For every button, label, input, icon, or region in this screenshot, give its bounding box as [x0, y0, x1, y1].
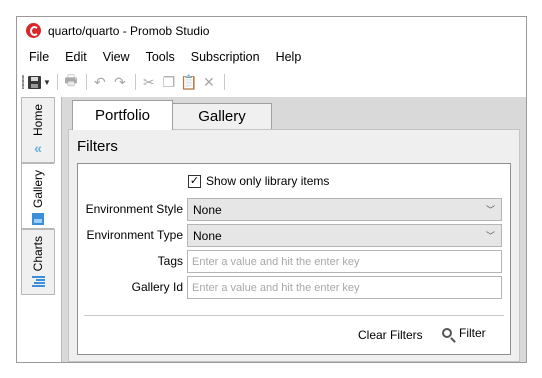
- redo-icon: ↷: [114, 73, 126, 90]
- side-tab-gallery-label: Gallery: [31, 170, 45, 209]
- chevron-down-icon: ﹀: [485, 205, 495, 215]
- copy-icon: ❐: [162, 73, 176, 90]
- save-icon: [28, 75, 41, 89]
- filters-divider: [84, 315, 504, 316]
- environment-style-label: Environment Style: [85, 202, 183, 216]
- toolbar-separator: [56, 74, 58, 90]
- chevron-down-icon: ﹀: [485, 231, 495, 241]
- toolbar-separator: [134, 74, 136, 90]
- toolbar-grip-icon[interactable]: [22, 75, 24, 89]
- side-tab-home-label: Home: [31, 104, 45, 137]
- show-library-label[interactable]: Show only library items: [206, 174, 329, 188]
- print-icon: 🖶: [64, 72, 78, 88]
- menu-edit[interactable]: Edit: [57, 50, 95, 64]
- side-tab-gallery[interactable]: Gallery: [21, 163, 55, 229]
- app-window: quarto/quarto - Promob Studio File Edit …: [16, 16, 527, 363]
- promob-logo-icon: [26, 23, 41, 38]
- menu-help[interactable]: Help: [268, 50, 310, 64]
- tab-gallery-label: Gallery: [198, 108, 246, 125]
- side-tab-charts[interactable]: Charts: [21, 229, 55, 295]
- menu-bar: File Edit View Tools Subscription Help: [17, 46, 526, 68]
- gallery-icon: [32, 213, 44, 226]
- home-icon: «: [34, 140, 42, 157]
- redo-button[interactable]: ↷: [111, 72, 129, 92]
- paste-button[interactable]: 📋: [180, 72, 198, 92]
- undo-icon: ↶: [94, 73, 106, 90]
- clear-filters-button[interactable]: Clear Filters: [358, 328, 423, 342]
- main-content: Portfolio Gallery Filters ✓ Show only li…: [61, 97, 526, 362]
- tags-input[interactable]: [187, 250, 502, 273]
- search-icon: [442, 328, 452, 338]
- menu-view[interactable]: View: [95, 50, 138, 64]
- toolbar: ▼ 🖶 ↶ ↷ ✂ ❐ 📋 ✕: [17, 70, 526, 94]
- tags-label: Tags: [157, 254, 183, 268]
- menu-tools[interactable]: Tools: [138, 50, 183, 64]
- side-tab-strip: Home « Gallery Charts: [21, 97, 57, 307]
- cut-button[interactable]: ✂: [140, 72, 158, 92]
- copy-button[interactable]: ❐: [160, 72, 178, 92]
- gallery-id-label: Gallery Id: [131, 280, 183, 294]
- save-button[interactable]: ▼: [28, 72, 51, 92]
- gallery-id-row: Gallery Id: [78, 276, 502, 299]
- window-title: quarto/quarto - Promob Studio: [48, 23, 210, 38]
- side-tab-home[interactable]: Home «: [21, 97, 55, 163]
- toolbar-separator: [223, 74, 225, 90]
- tab-gallery[interactable]: Gallery: [172, 103, 272, 129]
- tab-portfolio[interactable]: Portfolio: [72, 100, 173, 130]
- undo-button[interactable]: ↶: [91, 72, 109, 92]
- checkmark-icon: ✓: [189, 174, 200, 187]
- charts-icon: [31, 276, 45, 288]
- main-tab-strip: Portfolio Gallery: [62, 97, 526, 130]
- environment-type-label: Environment Type: [86, 228, 184, 242]
- delete-icon: ✕: [203, 73, 215, 90]
- environment-style-select[interactable]: None ﹀: [187, 198, 502, 221]
- environment-style-row: Environment Style None ﹀: [78, 198, 502, 221]
- print-button[interactable]: 🖶: [62, 72, 80, 92]
- filters-panel: Filters ✓ Show only library items Enviro…: [68, 129, 520, 362]
- environment-type-select[interactable]: None ﹀: [187, 224, 502, 247]
- show-library-row: ✓ Show only library items: [188, 174, 329, 188]
- filter-button-label: Filter: [459, 326, 486, 340]
- filters-box: ✓ Show only library items Environment St…: [77, 163, 511, 355]
- cut-icon: ✂: [143, 73, 155, 90]
- tab-portfolio-label: Portfolio: [94, 107, 151, 124]
- filter-button[interactable]: Filter: [442, 326, 486, 340]
- toolbar-separator: [85, 74, 87, 90]
- filters-title: Filters: [77, 138, 118, 155]
- environment-type-row: Environment Type None ﹀: [78, 224, 502, 247]
- save-dropdown-icon[interactable]: ▼: [43, 78, 51, 87]
- gallery-id-input[interactable]: [187, 276, 502, 299]
- environment-type-value: None: [193, 228, 222, 243]
- tags-row: Tags: [78, 250, 502, 273]
- show-library-checkbox[interactable]: ✓: [188, 174, 201, 188]
- delete-button[interactable]: ✕: [200, 72, 218, 92]
- menu-file[interactable]: File: [17, 50, 57, 64]
- side-tab-charts-label: Charts: [31, 236, 45, 272]
- menu-subscription[interactable]: Subscription: [183, 50, 268, 64]
- title-bar: quarto/quarto - Promob Studio: [17, 17, 526, 44]
- environment-style-value: None: [193, 202, 222, 217]
- paste-icon: 📋: [180, 73, 198, 90]
